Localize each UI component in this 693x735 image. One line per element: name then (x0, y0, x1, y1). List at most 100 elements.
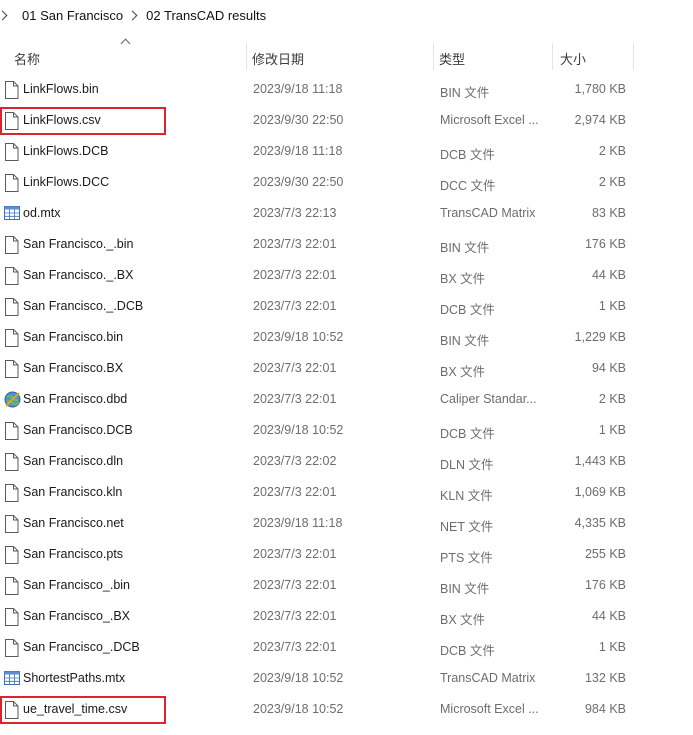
file-type: DCB 文件 (440, 644, 495, 658)
file-row[interactable]: San Francisco.kln 2023/7/3 22:01 KLN 文件 1,0… (0, 477, 693, 508)
file-size: 132 KB (584, 671, 626, 685)
breadcrumb-item-01-san-francisco[interactable]: 01 San Francisco (22, 6, 123, 25)
file-size: 1 KB (598, 423, 626, 437)
file-name: San Francisco.kln (23, 485, 123, 499)
column-divider[interactable] (633, 43, 634, 70)
file-name: San Francisco.DCB (23, 423, 133, 437)
file-row[interactable]: San Francisco.bin 2023/9/18 10:52 BIN 文件 1,… (0, 322, 693, 353)
file-size: 94 KB (591, 361, 626, 375)
file-list: LinkFlows.bin 2023/9/18 11:18 BIN 文件 1,780 … (0, 74, 693, 725)
file-row[interactable]: San Francisco._.DCB 2023/7/3 22:01 DCB 文件 1… (0, 291, 693, 322)
file-row[interactable]: LinkFlows.bin 2023/9/18 11:18 BIN 文件 1,780 … (0, 74, 693, 105)
file-size: 2 KB (598, 392, 626, 406)
file-name: od.mtx (23, 206, 61, 220)
matrix-icon (4, 205, 20, 223)
file-icon (4, 577, 19, 595)
file-icon (4, 329, 19, 347)
file-size: 1 KB (598, 299, 626, 313)
file-type: BIN 文件 (440, 582, 490, 596)
column-header-date[interactable]: 修改日期 (252, 49, 304, 68)
file-name: LinkFlows.DCC (23, 175, 110, 189)
file-name: San Francisco.pts (23, 547, 124, 561)
column-divider[interactable] (552, 43, 553, 70)
column-divider[interactable] (246, 43, 247, 70)
file-type: BX 文件 (440, 613, 486, 627)
file-modified-date: 2023/7/3 22:01 (253, 268, 337, 282)
file-row[interactable]: San Francisco.dln 2023/7/3 22:02 DLN 文件 1,4… (0, 446, 693, 477)
file-row[interactable]: San Francisco_.BX 2023/7/3 22:01 BX 文件 44 K… (0, 601, 693, 632)
file-type: Caliper Standar... (440, 392, 537, 406)
file-row[interactable]: San Francisco._.BX 2023/7/3 22:01 BX 文件 44 … (0, 260, 693, 291)
matrix-icon (4, 670, 20, 688)
file-row[interactable]: San Francisco.BX 2023/7/3 22:01 BX 文件 94 KB (0, 353, 693, 384)
file-icon (4, 174, 19, 192)
file-modified-date: 2023/9/18 10:52 (253, 702, 344, 716)
column-header-name[interactable]: 名称 (14, 49, 40, 68)
column-divider[interactable] (433, 43, 434, 70)
file-row[interactable]: LinkFlows.DCC 2023/9/30 22:50 DCC 文件 2 KB (0, 167, 693, 198)
chevron-right-icon[interactable] (127, 10, 138, 20)
globe-icon (4, 391, 21, 409)
file-row[interactable]: LinkFlows.csv 2023/9/30 22:50 Microsoft Ex… (0, 105, 693, 136)
file-type: KLN 文件 (440, 489, 493, 503)
file-row[interactable]: San Francisco_.bin 2023/7/3 22:01 BIN 文件 17… (0, 570, 693, 601)
chevron-right-icon[interactable] (0, 10, 8, 20)
file-row[interactable]: od.mtx 2023/7/3 22:13 TransCAD Matrix 83 KB (0, 198, 693, 229)
file-modified-date: 2023/9/18 11:18 (253, 516, 343, 530)
file-size: 44 KB (591, 609, 626, 623)
file-size: 44 KB (591, 268, 626, 282)
file-type: BX 文件 (440, 365, 486, 379)
file-row[interactable]: San Francisco._.bin 2023/7/3 22:01 BIN 文件 1… (0, 229, 693, 260)
file-row[interactable]: San Francisco_.DCB 2023/7/3 22:01 DCB 文件 1 … (0, 632, 693, 663)
column-header-size[interactable]: 大小 (560, 49, 586, 68)
file-type: PTS 文件 (440, 551, 493, 565)
file-type: DCB 文件 (440, 303, 495, 317)
file-icon (4, 81, 19, 99)
file-size: 176 KB (584, 237, 626, 251)
file-modified-date: 2023/7/3 22:01 (253, 547, 337, 561)
file-name: San Francisco._.BX (23, 268, 134, 282)
file-row[interactable]: ue_travel_time.csv 2023/9/18 10:52 Microso… (0, 694, 693, 725)
file-type: TransCAD Matrix (440, 206, 536, 220)
file-row[interactable]: San Francisco.pts 2023/7/3 22:01 PTS 文件 255… (0, 539, 693, 570)
file-type: BIN 文件 (440, 334, 490, 348)
file-modified-date: 2023/7/3 22:13 (253, 206, 337, 220)
file-icon (4, 143, 19, 161)
file-type: DCC 文件 (440, 179, 496, 193)
file-type: BX 文件 (440, 272, 486, 286)
file-size: 1,443 KB (574, 454, 626, 468)
file-row[interactable]: San Francisco.dbd 2023/7/3 22:01 Caliper S… (0, 384, 693, 415)
file-modified-date: 2023/9/18 11:18 (253, 82, 343, 96)
file-size: 1 KB (598, 640, 626, 654)
file-modified-date: 2023/7/3 22:02 (253, 454, 337, 468)
file-name: San Francisco._.DCB (23, 299, 144, 313)
file-icon (4, 112, 19, 130)
file-size: 83 KB (591, 206, 626, 220)
file-row[interactable]: San Francisco.DCB 2023/9/18 10:52 DCB 文件 1 … (0, 415, 693, 446)
file-row[interactable]: ShortestPaths.mtx 2023/9/18 10:52 TransCAD… (0, 663, 693, 694)
file-size: 984 KB (584, 702, 626, 716)
file-row[interactable]: San Francisco.net 2023/9/18 11:18 NET 文件 4,… (0, 508, 693, 539)
file-name: LinkFlows.csv (23, 113, 101, 127)
breadcrumb-item-02-transcad-results[interactable]: 02 TransCAD results (146, 6, 266, 25)
file-type: DLN 文件 (440, 458, 494, 472)
file-modified-date: 2023/9/18 10:52 (253, 423, 344, 437)
file-icon (4, 453, 19, 471)
file-name: San Francisco._.bin (23, 237, 134, 251)
file-size: 176 KB (584, 578, 626, 592)
file-size: 1,780 KB (574, 82, 626, 96)
file-name: San Francisco.BX (23, 361, 124, 375)
file-name: San Francisco.net (23, 516, 124, 530)
file-name: ShortestPaths.mtx (23, 671, 126, 685)
file-name: San Francisco.bin (23, 330, 124, 344)
file-modified-date: 2023/7/3 22:01 (253, 609, 337, 623)
file-type: BIN 文件 (440, 241, 490, 255)
file-row[interactable]: LinkFlows.DCB 2023/9/18 11:18 DCB 文件 2 KB (0, 136, 693, 167)
file-size: 1,229 KB (574, 330, 626, 344)
file-modified-date: 2023/9/18 11:18 (253, 144, 343, 158)
file-size: 4,335 KB (574, 516, 626, 530)
column-header-type[interactable]: 类型 (439, 49, 465, 68)
file-type: Microsoft Excel ... (440, 702, 539, 716)
file-type: Microsoft Excel ... (440, 113, 539, 127)
file-type: BIN 文件 (440, 86, 490, 100)
